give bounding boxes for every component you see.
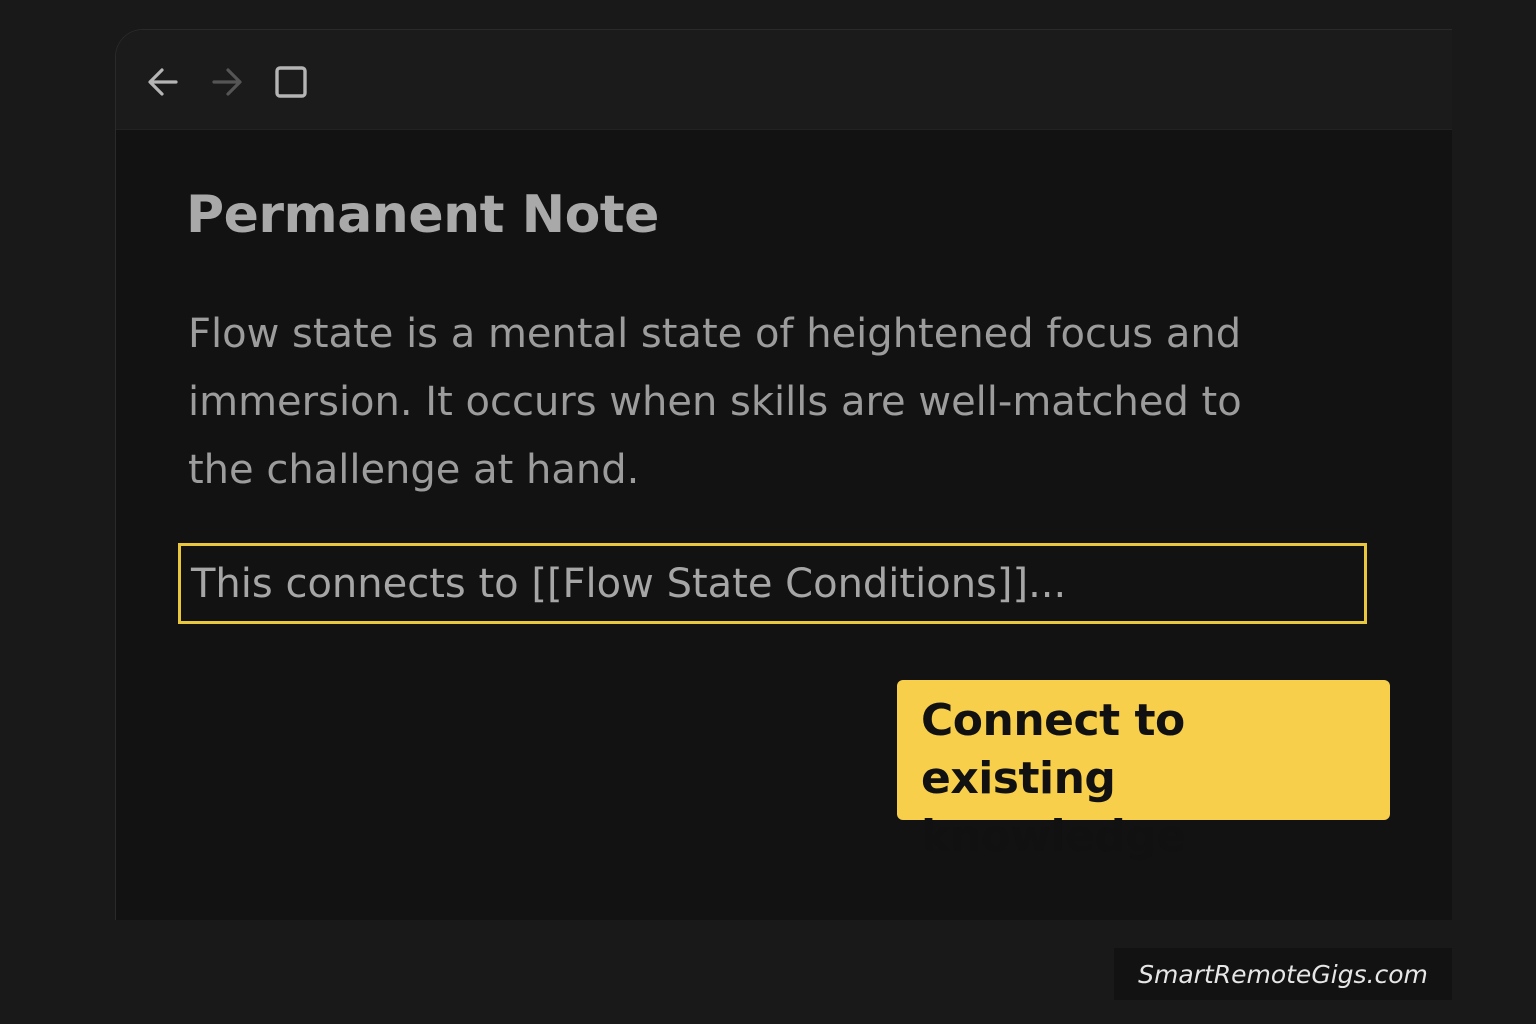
view-toggle-button[interactable] — [273, 64, 309, 100]
highlighted-link-line[interactable]: This connects to [[Flow State Conditions… — [178, 543, 1367, 624]
forward-button[interactable] — [209, 64, 245, 100]
square-icon — [275, 66, 307, 98]
note-body[interactable]: Flow state is a mental state of heighten… — [188, 300, 1298, 504]
note-title[interactable]: Permanent Note — [186, 185, 659, 245]
callout-label: Connect to existing knowledge — [897, 680, 1390, 862]
watermark: SmartRemoteGigs.com — [1114, 948, 1452, 1000]
arrow-left-icon — [148, 68, 178, 96]
back-button[interactable] — [145, 64, 181, 100]
toolbar — [116, 30, 1452, 130]
arrow-right-icon — [212, 68, 242, 96]
